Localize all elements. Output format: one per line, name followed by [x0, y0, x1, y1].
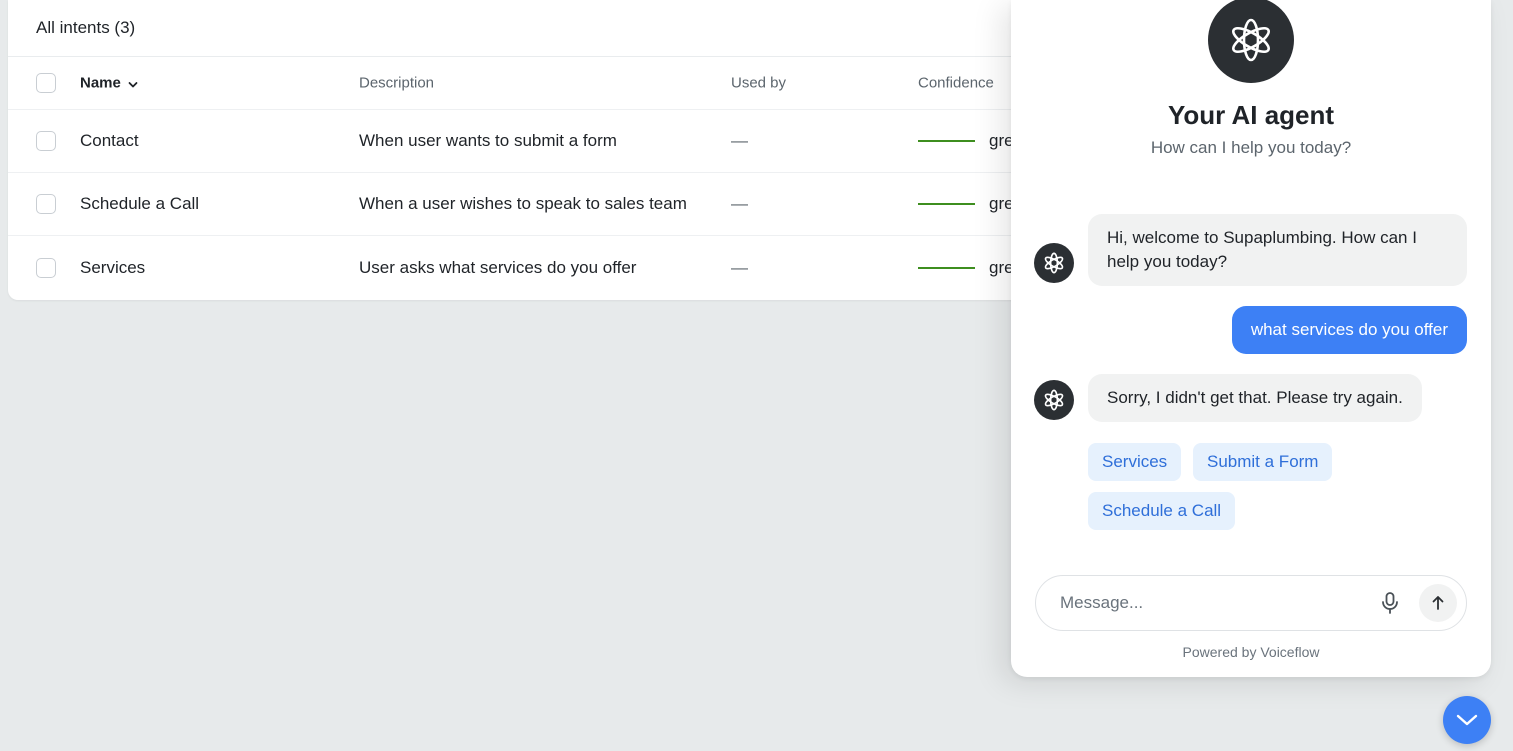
send-button[interactable] [1419, 584, 1457, 622]
intent-name[interactable]: Schedule a Call [80, 194, 199, 214]
chevron-down-icon [127, 77, 139, 89]
quick-reply-schedule-call[interactable]: Schedule a Call [1088, 492, 1236, 530]
arrow-up-icon [1432, 596, 1444, 610]
row-checkbox-cell [36, 257, 56, 278]
intents-panel: All intents (3) Name Description Used by… [8, 0, 1108, 300]
bot-avatar-icon [1034, 243, 1074, 283]
row-checkbox-cell [36, 131, 56, 151]
intent-name[interactable]: Contact [80, 131, 139, 151]
user-message-bubble: what services do you offer [1231, 306, 1467, 354]
row-checkbox[interactable] [36, 194, 56, 214]
column-header-confidence: Confidence [918, 74, 994, 92]
intent-name[interactable]: Services [80, 258, 145, 278]
agent-logo-icon [1208, 0, 1294, 83]
column-header-used-by: Used by [731, 74, 787, 92]
confidence-bar [918, 203, 975, 205]
table-row[interactable]: Schedule a Call When a user wishes to sp… [8, 173, 1108, 236]
bot-message-bubble: Hi, welcome to Supaplumbing. How can I h… [1088, 214, 1467, 286]
powered-by-label[interactable]: Powered by Voiceflow [1011, 644, 1491, 660]
confidence-label: gre [989, 131, 1014, 150]
table-header-row: Name Description Used by Confidence [8, 57, 1108, 110]
intent-used-by: — [731, 194, 748, 213]
intent-description: When a user wishes to speak to sales tea… [359, 194, 687, 213]
agent-subtitle: How can I help you today? [1150, 138, 1352, 157]
quick-reply-services[interactable]: Services [1088, 443, 1182, 481]
intent-description: User asks what services do you offer [359, 257, 637, 277]
intent-used-by: — [731, 257, 748, 277]
table-row[interactable]: Contact When user wants to submit a form… [8, 110, 1108, 173]
row-checkbox[interactable] [36, 257, 56, 278]
quick-reply-submit-form[interactable]: Submit a Form [1193, 443, 1333, 481]
chevron-down-icon [1456, 714, 1478, 726]
message-input[interactable] [1060, 593, 1360, 613]
confidence-bar [918, 266, 975, 269]
agent-title: Your AI agent [1167, 100, 1335, 130]
microphone-icon[interactable] [1376, 589, 1404, 617]
chat-widget: Your AI agent How can I help you today? … [1011, 0, 1491, 677]
intents-header-title: All intents (3) [8, 0, 1108, 57]
confidence-label: gre [989, 257, 1014, 277]
intent-confidence: gre [918, 194, 1014, 214]
bot-avatar-icon [1034, 380, 1074, 420]
row-checkbox[interactable] [36, 131, 56, 151]
column-header-name[interactable]: Name [80, 75, 139, 92]
select-all-checkbox[interactable] [36, 73, 56, 93]
intent-confidence: gre [918, 131, 1014, 151]
intent-used-by: — [731, 131, 748, 150]
bot-message-bubble: Sorry, I didn't get that. Please try aga… [1088, 374, 1422, 422]
intent-description: When user wants to submit a form [359, 131, 617, 150]
row-checkbox-cell [36, 194, 56, 214]
chat-launcher-button[interactable] [1443, 696, 1491, 744]
select-all-checkbox-cell [36, 73, 56, 93]
intent-confidence: gre [918, 258, 1014, 278]
table-row[interactable]: Services User asks what services do you … [8, 236, 1108, 299]
message-composer [1035, 575, 1467, 631]
confidence-bar [918, 140, 975, 142]
column-header-name-label: Name [80, 74, 121, 92]
confidence-label: gre [989, 194, 1014, 213]
column-header-description: Description [359, 74, 435, 92]
